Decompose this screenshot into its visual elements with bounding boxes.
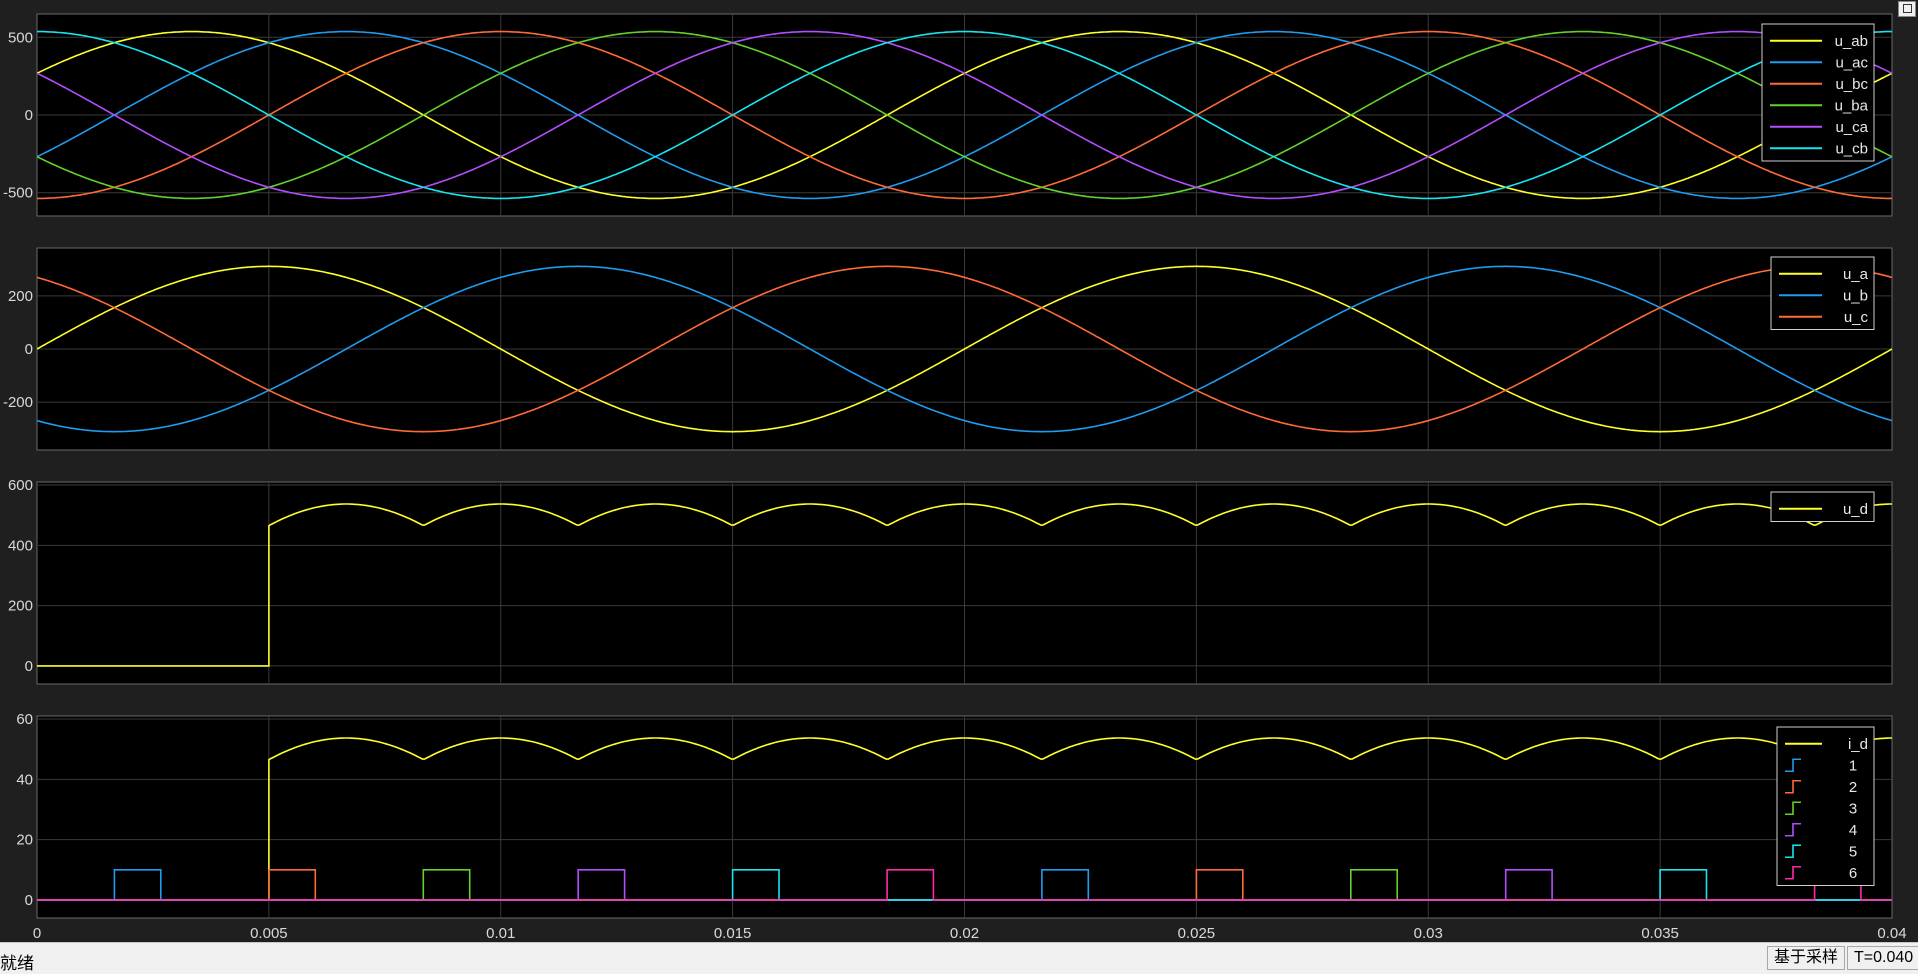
y-tick-label: 500 — [8, 29, 33, 46]
plot-panel-4: 0 20 40 60 0 0.005 0.01 0.015 0.02 0.025 0.03 0.035… — [16, 711, 1906, 942]
sampling-mode-label: 基于采样 — [1767, 946, 1846, 970]
legend-entry-u_bc: u_bc — [1835, 76, 1868, 93]
scope-display: -500 0 500 u_ab u_ac u_bc u_ba u_ca u_cb -200 0 200… — [0, 0, 1918, 942]
legend: u_d — [1770, 491, 1875, 522]
y-tick-label: 0 — [25, 892, 33, 909]
y-tick-label: 0 — [25, 341, 33, 358]
legend-entry-u_a: u_a — [1843, 266, 1869, 283]
y-tick-label: 400 — [8, 537, 33, 554]
legend-entry-2: 2 — [1849, 779, 1857, 796]
legend-entry-4: 4 — [1849, 822, 1857, 839]
scope-plots: -5000500 u_abu_acu_bcu_bau_cau_cb-2000200… — [3, 13, 1907, 942]
plot-panel-2: -200 0 200 u_a u_b u_c — [3, 247, 1893, 451]
y-tick-label: 600 — [8, 477, 33, 494]
x-tick-label: 0.04 — [1877, 925, 1906, 942]
legend-entry-u_ba: u_ba — [1835, 97, 1869, 114]
x-tick-label: 0 — [33, 925, 41, 942]
x-tick-label: 0.01 — [486, 925, 515, 942]
y-tick-label: 200 — [8, 288, 33, 305]
y-tick-label: 60 — [16, 711, 33, 728]
legend-entry-u_ca: u_ca — [1835, 119, 1868, 136]
legend-entry-i_d: i_d — [1848, 736, 1868, 753]
y-tick-label: -200 — [3, 394, 33, 411]
status-ready-text: 就绪 — [0, 954, 34, 973]
plot-panel-1: -500 0 500 u_ab u_ac u_bc u_ba u_ca u_cb — [3, 13, 1893, 217]
status-bar: 就绪 基于采样 T=0.040 — [0, 942, 1918, 973]
x-tick-label: 0.02 — [950, 925, 979, 942]
y-tick-label: 20 — [16, 832, 33, 849]
plot-panel-3: 0 200 400 600 u_d — [8, 477, 1893, 685]
legend: u_a u_b u_c — [1770, 256, 1875, 330]
x-tick-label: 0.015 — [714, 925, 752, 942]
legend-entry-6: 6 — [1849, 865, 1857, 882]
y-tick-label: -500 — [3, 185, 33, 202]
legend: i_d 1 2 3 4 5 6 — [1776, 726, 1875, 886]
legend-entry-u_ac: u_ac — [1835, 54, 1868, 71]
y-tick-label: 200 — [8, 598, 33, 615]
legend-entry-5: 5 — [1849, 843, 1857, 860]
legend-entry-3: 3 — [1849, 800, 1857, 817]
y-tick-label: 40 — [16, 771, 33, 788]
x-tick-label: 0.035 — [1641, 925, 1679, 942]
y-tick-label: 0 — [25, 658, 33, 675]
legend-entry-u_cb: u_cb — [1835, 140, 1868, 157]
y-tick-label: 0 — [25, 107, 33, 124]
legend-entry-u_b: u_b — [1843, 287, 1868, 304]
simulation-time-readout: T=0.040 — [1847, 946, 1918, 970]
legend-entry-u_ab: u_ab — [1835, 33, 1868, 50]
x-tick-label: 0.005 — [250, 925, 288, 942]
undock-icon[interactable] — [1898, 1, 1916, 17]
x-tick-label: 0.025 — [1178, 925, 1216, 942]
legend-entry-u_d: u_d — [1843, 501, 1868, 518]
legend: u_ab u_ac u_bc u_ba u_ca u_cb — [1761, 23, 1875, 162]
x-tick-label: 0.03 — [1414, 925, 1443, 942]
legend-entry-u_c: u_c — [1844, 309, 1869, 326]
legend-entry-1: 1 — [1849, 757, 1857, 774]
